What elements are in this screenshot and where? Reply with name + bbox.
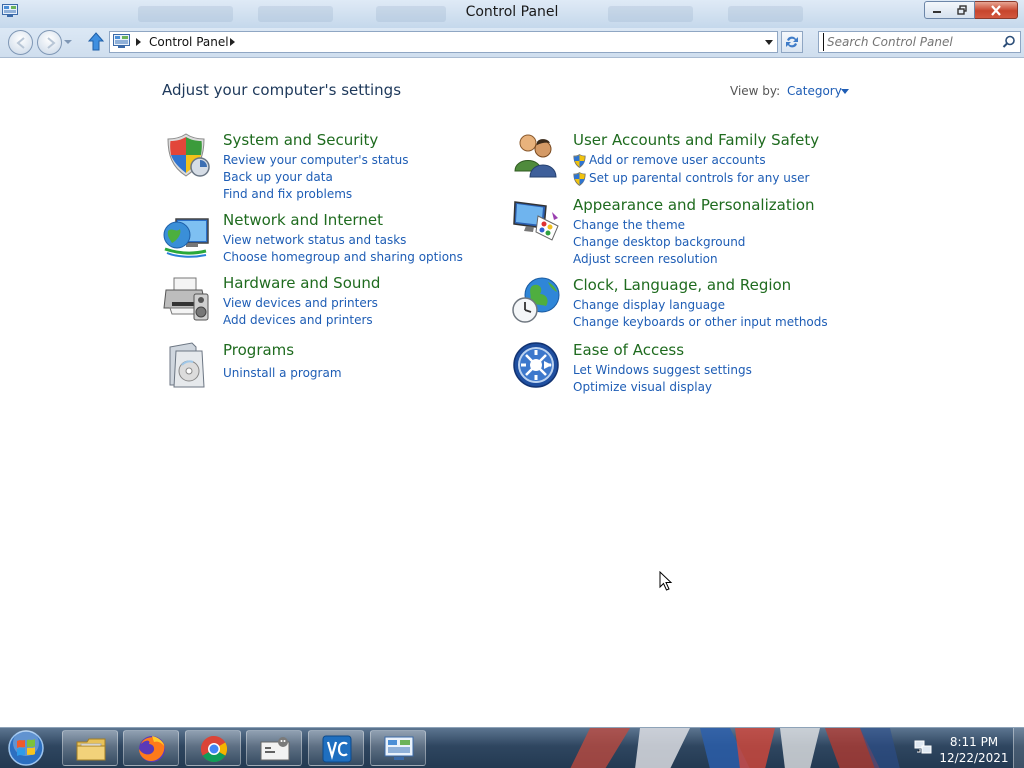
link-screen-resolution[interactable]: Adjust screen resolution (573, 251, 745, 268)
link-find-fix-problems[interactable]: Find and fix problems (223, 186, 409, 203)
page-title: Adjust your computer's settings (162, 81, 402, 99)
file-explorer-icon (76, 738, 106, 761)
refresh-button[interactable] (781, 31, 803, 53)
link-view-devices-printers[interactable]: View devices and printers (223, 295, 378, 312)
back-arrow-icon (16, 37, 25, 49)
programs-icon[interactable] (162, 341, 210, 389)
back-button[interactable] (8, 30, 33, 55)
navigation-bar: Control Panel (0, 28, 1024, 58)
category-title[interactable]: Hardware and Sound (223, 274, 380, 292)
search-box[interactable] (818, 31, 1021, 53)
link-label: Add or remove user accounts (589, 153, 766, 167)
view-by-dropdown[interactable]: Category (787, 84, 842, 98)
recent-pages-dropdown[interactable] (64, 40, 72, 44)
category-title[interactable]: System and Security (223, 131, 378, 149)
search-icon[interactable] (1002, 35, 1016, 49)
printer-speaker-icon[interactable] (162, 274, 210, 322)
breadcrumb-arrow[interactable] (136, 38, 141, 46)
taskbar-vscode-button[interactable] (308, 730, 364, 766)
clock-globe-icon[interactable] (512, 276, 560, 324)
link-windows-suggest[interactable]: Let Windows suggest settings (573, 362, 752, 379)
link-uninstall-program[interactable]: Uninstall a program (223, 365, 342, 382)
minimize-button[interactable] (924, 1, 950, 19)
link-optimize-visual[interactable]: Optimize visual display (573, 379, 752, 396)
vscode-icon (322, 735, 352, 763)
category-title[interactable]: Ease of Access (573, 341, 684, 359)
link-review-status[interactable]: Review your computer's status (223, 152, 409, 169)
start-orb-icon[interactable] (3, 729, 49, 767)
close-icon (991, 4, 1001, 16)
address-bar[interactable]: Control Panel (109, 31, 778, 53)
link-label: Set up parental controls for any user (589, 171, 810, 185)
clock-date[interactable]: 12/22/2021 (938, 751, 1010, 765)
forward-button[interactable] (37, 30, 62, 55)
link-homegroup-sharing[interactable]: Choose homegroup and sharing options (223, 249, 463, 266)
chrome-icon (200, 735, 228, 763)
ease-of-access-icon[interactable] (512, 341, 560, 389)
breadcrumb-arrow[interactable] (230, 38, 235, 46)
network-globe-icon[interactable] (162, 211, 210, 259)
monitor-palette-icon[interactable] (512, 196, 560, 244)
link-change-theme[interactable]: Change the theme (573, 217, 745, 234)
category-title[interactable]: Appearance and Personalization (573, 196, 815, 214)
minimize-icon (933, 11, 941, 13)
close-button[interactable] (975, 1, 1018, 19)
category-title[interactable]: Clock, Language, and Region (573, 276, 791, 294)
link-add-remove-accounts[interactable]: Add or remove user accounts (573, 152, 809, 169)
link-back-up-data[interactable]: Back up your data (223, 169, 409, 186)
taskbar: 8:11 PM 12/22/2021 (0, 727, 1024, 768)
taskbar-chrome-button[interactable] (185, 730, 241, 766)
uac-shield-icon (573, 172, 586, 186)
address-dropdown[interactable] (765, 40, 773, 45)
view-by-label: View by: (730, 84, 781, 98)
breadcrumb[interactable]: Control Panel (149, 35, 229, 49)
maximize-icon (956, 5, 967, 15)
control-panel-icon (113, 34, 130, 48)
link-desktop-background[interactable]: Change desktop background (573, 234, 745, 251)
control-panel-icon (384, 736, 414, 760)
shield-icon[interactable] (162, 131, 210, 179)
taskbar-file-explorer-button[interactable] (62, 730, 118, 766)
network-icon[interactable] (914, 740, 932, 756)
clock-time[interactable]: 8:11 PM (938, 735, 1010, 749)
refresh-icon (786, 36, 798, 48)
category-title[interactable]: Network and Internet (223, 211, 383, 229)
title-bar[interactable]: Control Panel (0, 0, 1024, 28)
sniffer-icon (260, 737, 290, 761)
mouse-cursor-icon (659, 571, 673, 591)
taskbar-sniffer-button[interactable] (246, 730, 302, 766)
chevron-down-icon[interactable] (841, 89, 849, 94)
show-desktop-button[interactable] (1013, 728, 1024, 768)
taskbar-firefox-button[interactable] (123, 730, 179, 766)
window-title: Control Panel (465, 4, 559, 20)
maximize-button[interactable] (949, 1, 975, 19)
link-view-network-status[interactable]: View network status and tasks (223, 232, 463, 249)
category-title[interactable]: Programs (223, 341, 294, 359)
link-keyboards-input[interactable]: Change keyboards or other input methods (573, 314, 828, 331)
uac-shield-icon (573, 154, 586, 168)
forward-arrow-icon (47, 37, 56, 49)
taskbar-control-panel-button[interactable] (370, 730, 426, 766)
up-arrow-icon[interactable] (87, 31, 105, 53)
users-icon[interactable] (512, 131, 560, 179)
control-panel-content: Adjust your computer's settings View by:… (0, 59, 1024, 727)
link-display-language[interactable]: Change display language (573, 297, 828, 314)
firefox-icon (139, 736, 165, 762)
category-title[interactable]: User Accounts and Family Safety (573, 131, 819, 149)
link-parental-controls[interactable]: Set up parental controls for any user (573, 170, 809, 187)
link-add-devices-printers[interactable]: Add devices and printers (223, 312, 378, 329)
search-input[interactable] (823, 33, 999, 51)
